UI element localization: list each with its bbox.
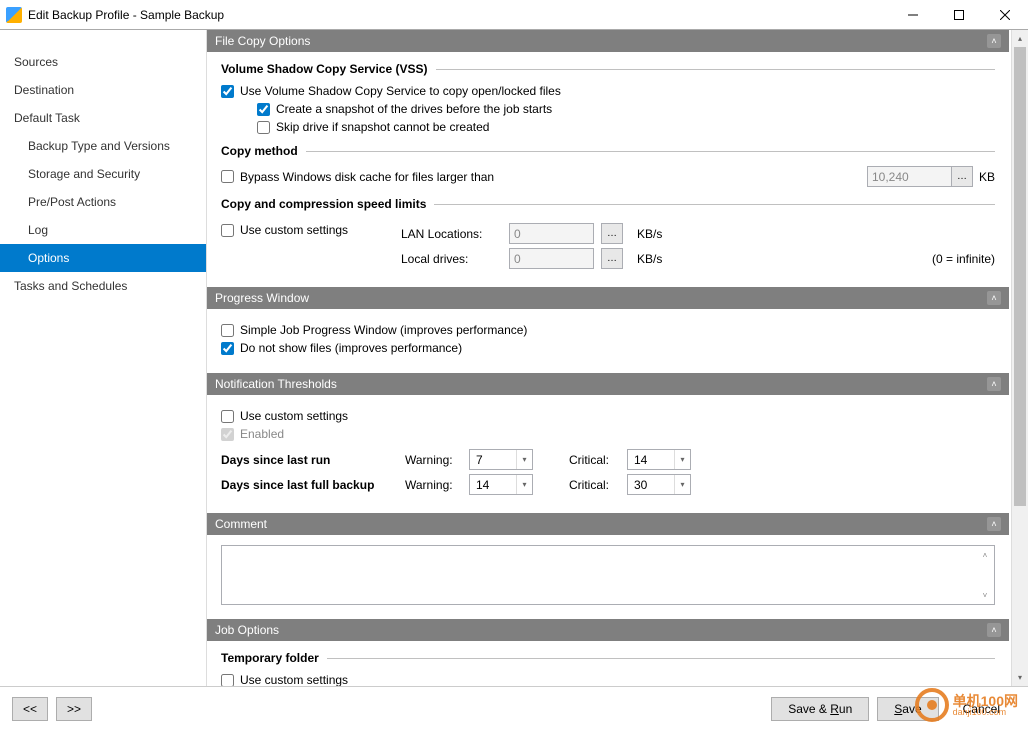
maximize-button[interactable] — [936, 0, 982, 30]
chevron-down-icon: ▾ — [674, 475, 690, 494]
section-header-progress[interactable]: Progress Window ˄ — [207, 287, 1009, 309]
input-lan[interactable]: 0 — [509, 223, 594, 244]
section-header-file-copy[interactable]: File Copy Options ˄ — [207, 30, 1009, 52]
sidebar-item-options[interactable]: Options — [0, 244, 206, 272]
section-header-notification[interactable]: Notification Thresholds ˄ — [207, 373, 1009, 395]
label-days-full: Days since last full backup — [221, 478, 397, 492]
content-pane: File Copy Options ˄ Volume Shadow Copy S… — [207, 30, 1011, 686]
save-and-run-button[interactable]: Save & Run — [771, 697, 869, 721]
next-button[interactable]: >> — [56, 697, 92, 721]
checkbox-no-show-files[interactable] — [221, 342, 234, 355]
section-title: Job Options — [215, 623, 279, 637]
sidebar: Sources Destination Default Task Backup … — [0, 30, 206, 686]
chevron-down-icon: ▾ — [516, 450, 532, 469]
scroll-thumb[interactable] — [1014, 47, 1026, 506]
checkbox-enabled — [221, 428, 234, 441]
section-header-job-options[interactable]: Job Options ˄ — [207, 619, 1009, 641]
scroll-up-icon[interactable]: ▴ — [1012, 30, 1028, 47]
cancel-button[interactable]: Cancel — [947, 697, 1016, 721]
label-create-snapshot: Create a snapshot of the drives before t… — [276, 102, 552, 116]
checkbox-job-custom[interactable] — [221, 674, 234, 687]
label-local: Local drives: — [401, 252, 501, 266]
dropdown-run-warning[interactable]: 7▾ — [469, 449, 533, 470]
title-bar: Edit Backup Profile - Sample Backup — [0, 0, 1028, 30]
checkbox-simple-progress[interactable] — [221, 324, 234, 337]
chevron-up-icon: ˄ — [987, 517, 1001, 531]
app-icon — [6, 7, 22, 23]
unit-kbs: KB/s — [637, 227, 662, 241]
sidebar-item-destination[interactable]: Destination — [0, 76, 206, 104]
scroll-down-icon[interactable]: ˅ — [978, 588, 992, 602]
sidebar-item-storage-security[interactable]: Storage and Security — [0, 160, 206, 188]
prev-button[interactable]: << — [12, 697, 48, 721]
input-bypass-value[interactable]: 10,240 — [867, 166, 952, 187]
textarea-comment[interactable]: ˄ ˅ — [221, 545, 995, 605]
label-job-custom: Use custom settings — [240, 673, 348, 686]
ellipsis-button[interactable]: … — [601, 248, 623, 269]
sidebar-item-log[interactable]: Log — [0, 216, 206, 244]
checkbox-create-snapshot[interactable] — [257, 103, 270, 116]
sidebar-item-default-task[interactable]: Default Task — [0, 104, 206, 132]
scroll-down-icon[interactable]: ▾ — [1012, 669, 1028, 686]
checkbox-notif-custom[interactable] — [221, 410, 234, 423]
chevron-up-icon: ˄ — [987, 377, 1001, 391]
sidebar-item-pre-post[interactable]: Pre/Post Actions — [0, 188, 206, 216]
section-title: File Copy Options — [215, 34, 310, 48]
group-copy-method: Copy method — [221, 144, 298, 158]
scroll-up-icon[interactable]: ˄ — [978, 548, 992, 562]
label-skip-drive: Skip drive if snapshot cannot be created — [276, 120, 489, 134]
section-title: Progress Window — [215, 291, 309, 305]
chevron-down-icon: ▾ — [674, 450, 690, 469]
group-speed-limits: Copy and compression speed limits — [221, 197, 426, 211]
checkbox-skip-drive[interactable] — [257, 121, 270, 134]
hint-infinite: (0 = infinite) — [932, 252, 995, 266]
chevron-down-icon: ▾ — [516, 475, 532, 494]
save-button[interactable]: Save — [877, 697, 938, 721]
sidebar-item-tasks-schedules[interactable]: Tasks and Schedules — [0, 272, 206, 300]
unit-kb: KB — [979, 170, 995, 184]
ellipsis-button[interactable]: … — [601, 223, 623, 244]
vertical-scrollbar[interactable]: ▴ ▾ — [1011, 30, 1028, 686]
label-enabled: Enabled — [240, 427, 284, 441]
label-simple-progress: Simple Job Progress Window (improves per… — [240, 323, 527, 337]
checkbox-use-vss[interactable] — [221, 85, 234, 98]
group-temp-folder: Temporary folder — [221, 651, 319, 665]
close-button[interactable] — [982, 0, 1028, 30]
unit-kbs: KB/s — [637, 252, 662, 266]
window-title: Edit Backup Profile - Sample Backup — [28, 8, 890, 22]
label-notif-custom: Use custom settings — [240, 409, 348, 423]
sidebar-item-sources[interactable]: Sources — [0, 48, 206, 76]
footer: << >> Save & Run Save Cancel — [0, 686, 1028, 730]
section-header-comment[interactable]: Comment ˄ — [207, 513, 1009, 535]
dropdown-run-critical[interactable]: 14▾ — [627, 449, 691, 470]
label-days-run: Days since last run — [221, 453, 397, 467]
dropdown-full-critical[interactable]: 30▾ — [627, 474, 691, 495]
group-vss: Volume Shadow Copy Service (VSS) — [221, 62, 428, 76]
label-warning: Warning: — [405, 478, 461, 492]
label-speed-custom: Use custom settings — [240, 223, 348, 237]
checkbox-bypass-cache[interactable] — [221, 170, 234, 183]
checkbox-speed-custom[interactable] — [221, 224, 234, 237]
input-local[interactable]: 0 — [509, 248, 594, 269]
sidebar-item-backup-type[interactable]: Backup Type and Versions — [0, 132, 206, 160]
label-bypass-cache: Bypass Windows disk cache for files larg… — [240, 170, 494, 184]
chevron-up-icon: ˄ — [987, 34, 1001, 48]
minimize-button[interactable] — [890, 0, 936, 30]
chevron-up-icon: ˄ — [987, 623, 1001, 637]
label-use-vss: Use Volume Shadow Copy Service to copy o… — [240, 84, 561, 98]
label-lan: LAN Locations: — [401, 227, 501, 241]
dropdown-full-warning[interactable]: 14▾ — [469, 474, 533, 495]
label-no-show-files: Do not show files (improves performance) — [240, 341, 462, 355]
label-warning: Warning: — [405, 453, 461, 467]
label-critical: Critical: — [569, 478, 619, 492]
section-title: Notification Thresholds — [215, 377, 337, 391]
section-title: Comment — [215, 517, 267, 531]
ellipsis-button[interactable]: … — [951, 166, 973, 187]
chevron-up-icon: ˄ — [987, 291, 1001, 305]
label-critical: Critical: — [569, 453, 619, 467]
